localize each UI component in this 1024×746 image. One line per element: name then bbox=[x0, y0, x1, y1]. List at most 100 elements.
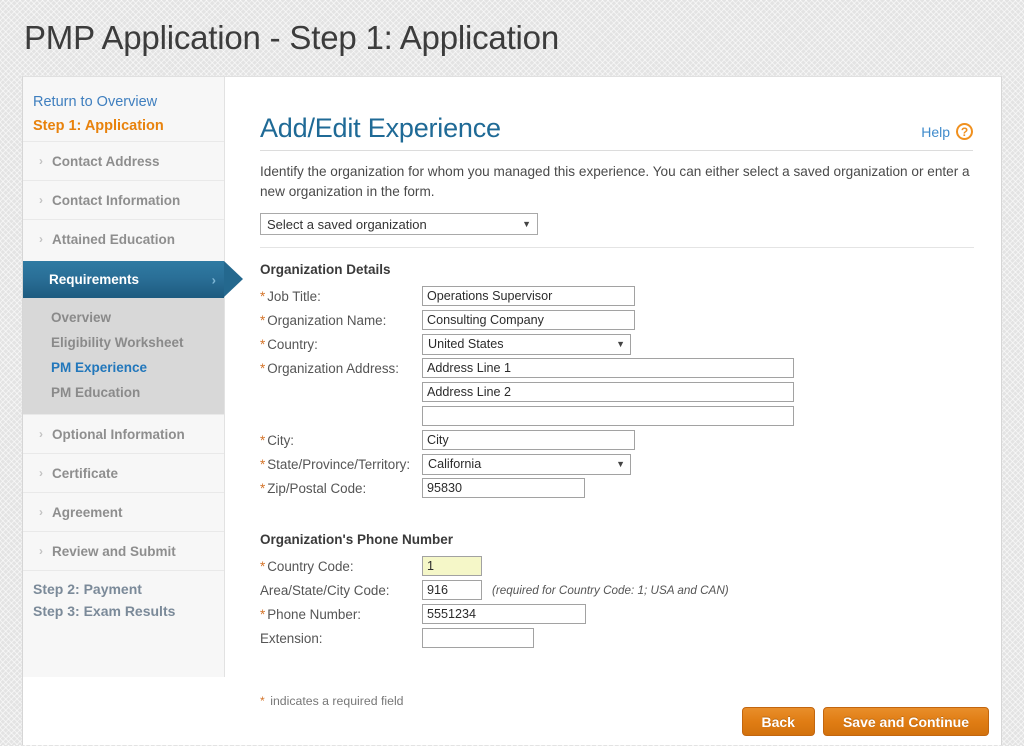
field-row-zip: * Zip/Postal Code: 95830 bbox=[260, 476, 973, 500]
sidebar-item-label: Review and Submit bbox=[52, 543, 176, 559]
job-title-input[interactable]: Operations Supervisor bbox=[422, 286, 635, 307]
sidebar-step-3-exam-results[interactable]: Step 3: Exam Results bbox=[23, 600, 224, 622]
sidebar-item-contact-address[interactable]: › Contact Address bbox=[23, 141, 224, 180]
sidebar-item-label: Contact Information bbox=[52, 192, 181, 208]
sidebar-subitem-eligibility-worksheet[interactable]: Eligibility Worksheet bbox=[23, 330, 224, 355]
field-label-extension: Extension: bbox=[260, 630, 323, 646]
address-line-3-input[interactable] bbox=[422, 406, 794, 427]
sidebar-subitems-requirements: Overview Eligibility Worksheet PM Experi… bbox=[23, 298, 224, 414]
field-row-country: * Country: United States ▼ bbox=[260, 332, 973, 356]
field-label-area-code: Area/State/City Code: bbox=[260, 582, 390, 598]
phone-number-input[interactable]: 5551234 bbox=[422, 604, 586, 625]
country-select[interactable]: United States ▼ bbox=[422, 333, 631, 355]
help-link[interactable]: Help ? bbox=[921, 123, 973, 144]
sidebar-item-review-and-submit[interactable]: › Review and Submit bbox=[23, 531, 224, 570]
required-star-icon: * bbox=[260, 432, 266, 448]
content-header: Add/Edit Experience Help ? bbox=[260, 113, 973, 151]
field-row-city: * City: City bbox=[260, 428, 973, 452]
country-code-input[interactable]: 1 bbox=[422, 556, 482, 577]
field-row-address-line-3 bbox=[260, 404, 973, 428]
sidebar-subitem-overview[interactable]: Overview bbox=[23, 305, 224, 330]
save-and-continue-button[interactable]: Save and Continue bbox=[822, 707, 989, 736]
sidebar-item-label: Certificate bbox=[52, 465, 119, 481]
saved-organization-select[interactable]: Select a saved organization ▼ bbox=[260, 213, 538, 236]
chevron-right-icon: › bbox=[39, 544, 43, 558]
state-select[interactable]: California ▼ bbox=[422, 453, 631, 475]
back-button[interactable]: Back bbox=[741, 707, 815, 736]
page-title: Add/Edit Experience bbox=[260, 113, 501, 143]
required-star-icon: * bbox=[260, 360, 266, 376]
country-value: United States bbox=[428, 337, 504, 352]
sidebar-step-1-application[interactable]: Step 1: Application bbox=[23, 113, 224, 141]
chevron-right-icon: › bbox=[39, 505, 43, 519]
sidebar-item-certificate[interactable]: › Certificate bbox=[23, 453, 224, 492]
sidebar-item-agreement[interactable]: › Agreement bbox=[23, 492, 224, 531]
field-label-city: * City: bbox=[260, 432, 295, 448]
chevron-right-icon: › bbox=[39, 232, 43, 246]
field-row-organization-name: * Organization Name: Consulting Company bbox=[260, 308, 973, 332]
saved-organization-value: Select a saved organization bbox=[267, 216, 427, 232]
chevron-right-icon: › bbox=[39, 466, 43, 480]
field-label-job-title: * Job Title: bbox=[260, 288, 321, 304]
field-row-extension: Extension: bbox=[260, 626, 973, 650]
chevron-down-icon: ▼ bbox=[616, 339, 625, 350]
field-label-country: * Country: bbox=[260, 336, 318, 352]
sidebar-item-label: Agreement bbox=[52, 504, 123, 520]
field-row-country-code: * Country Code: 1 bbox=[260, 554, 973, 578]
application-panel: Return to Overview Step 1: Application ›… bbox=[22, 76, 1002, 745]
field-row-job-title: * Job Title: Operations Supervisor bbox=[260, 284, 973, 308]
required-star-icon: * bbox=[260, 336, 266, 352]
field-row-address-line-2: Address Line 2 bbox=[260, 380, 973, 404]
field-row-organization-address: * Organization Address: Address Line 1 bbox=[260, 356, 973, 380]
sidebar-item-requirements[interactable]: Requirements › bbox=[23, 261, 243, 298]
extension-input[interactable] bbox=[422, 628, 534, 649]
chevron-right-icon: › bbox=[39, 193, 43, 207]
help-question-mark-icon: ? bbox=[956, 123, 973, 140]
required-star-icon: * bbox=[260, 606, 266, 622]
section-divider bbox=[260, 247, 974, 249]
field-label-state: * State/Province/Territory: bbox=[260, 456, 411, 472]
phone-number-heading: Organization's Phone Number bbox=[260, 532, 453, 548]
sidebar-navigation: Return to Overview Step 1: Application ›… bbox=[23, 77, 243, 677]
required-star-icon: * bbox=[260, 694, 265, 708]
required-star-icon: * bbox=[260, 480, 266, 496]
area-code-note: (required for Country Code: 1; USA and C… bbox=[492, 583, 729, 597]
area-code-input[interactable]: 916 bbox=[422, 580, 482, 601]
sidebar-subitem-pm-education[interactable]: PM Education bbox=[23, 380, 224, 405]
sidebar-step-2-payment[interactable]: Step 2: Payment bbox=[23, 578, 224, 600]
field-row-phone-number: * Phone Number: 5551234 bbox=[260, 602, 973, 626]
state-value: California bbox=[428, 457, 482, 472]
sidebar-item-contact-information[interactable]: › Contact Information bbox=[23, 180, 224, 219]
sidebar-subitem-pm-experience[interactable]: PM Experience bbox=[23, 355, 224, 380]
app-title: PMP Application - Step 1: Application bbox=[24, 19, 559, 56]
field-label-zip: * Zip/Postal Code: bbox=[260, 480, 367, 496]
page-header: PMP Application - Step 1: Application bbox=[12, 0, 1012, 76]
sidebar-item-label: Contact Address bbox=[52, 153, 160, 169]
form-action-buttons: Back Save and Continue bbox=[741, 707, 989, 736]
sidebar-return-to-overview[interactable]: Return to Overview bbox=[23, 91, 224, 113]
city-input[interactable]: City bbox=[422, 430, 635, 451]
address-line-2-input[interactable]: Address Line 2 bbox=[422, 382, 794, 403]
required-star-icon: * bbox=[260, 312, 266, 328]
sidebar-item-label: Attained Education bbox=[52, 231, 176, 247]
chevron-down-icon: ▼ bbox=[522, 219, 531, 230]
field-label-organization-address: * Organization Address: bbox=[260, 360, 399, 376]
field-label-organization-name: * Organization Name: bbox=[260, 312, 387, 328]
organization-name-input[interactable]: Consulting Company bbox=[422, 310, 635, 331]
sidebar-item-attained-education[interactable]: › Attained Education bbox=[23, 219, 224, 258]
required-star-icon: * bbox=[260, 456, 266, 472]
sidebar-item-optional-information[interactable]: › Optional Information bbox=[23, 414, 224, 453]
field-label-country-code: * Country Code: bbox=[260, 558, 354, 574]
sidebar-remaining-steps: Step 2: Payment Step 3: Exam Results bbox=[23, 570, 224, 630]
zip-postal-code-input[interactable]: 95830 bbox=[422, 478, 585, 499]
organization-details-heading: Organization Details bbox=[260, 262, 391, 278]
address-line-1-input[interactable]: Address Line 1 bbox=[422, 358, 794, 379]
help-label: Help bbox=[921, 123, 950, 140]
required-field-note: * indicates a required field bbox=[260, 694, 404, 708]
chevron-down-icon: ▼ bbox=[616, 459, 625, 470]
field-row-area-code: Area/State/City Code: 916 (required for … bbox=[260, 578, 973, 602]
sidebar-item-label: Requirements bbox=[49, 272, 140, 287]
chevron-right-icon: › bbox=[39, 154, 43, 168]
main-content: Add/Edit Experience Help ? Identify the … bbox=[226, 77, 1003, 746]
field-row-state: * State/Province/Territory: California ▼ bbox=[260, 452, 973, 476]
